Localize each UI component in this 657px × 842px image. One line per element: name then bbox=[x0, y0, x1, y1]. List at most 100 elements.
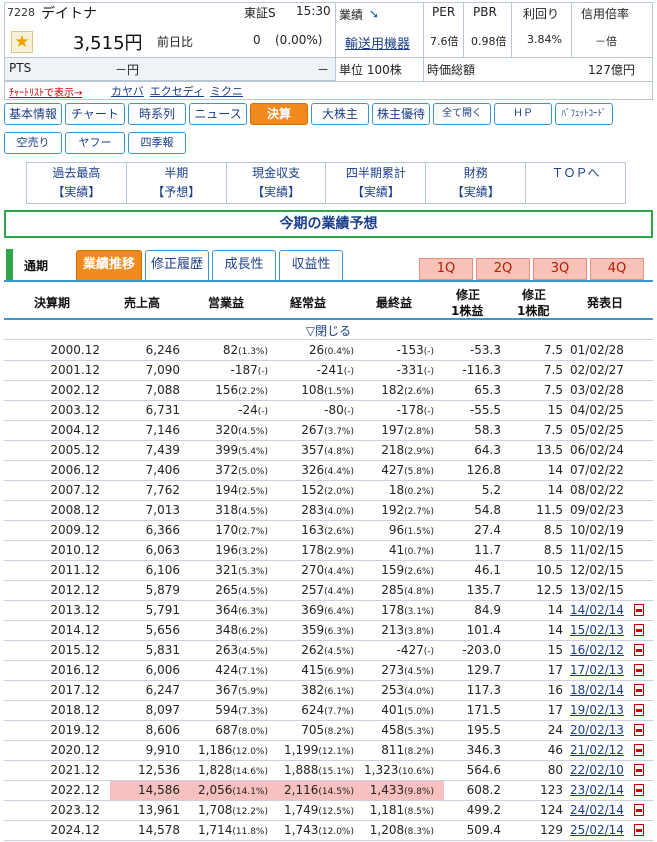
cell-eps: 608.2 bbox=[441, 783, 501, 797]
pdf-icon[interactable] bbox=[634, 784, 644, 796]
nav-open-all[interactable]: 全て開く bbox=[433, 103, 491, 125]
cell-release-date[interactable]: 15/02/13 bbox=[570, 623, 632, 637]
cell-dividend: 129 bbox=[513, 823, 563, 837]
release-date-link[interactable]: 14/02/14 bbox=[570, 603, 624, 617]
nav-buffett-code[interactable]: ﾊﾞﾌｪｯﾄｺｰﾄﾞ bbox=[555, 103, 613, 125]
quarter-button-1q[interactable]: 1Q bbox=[419, 258, 473, 280]
cell-sales: 5,831 bbox=[110, 643, 180, 657]
release-date-link[interactable]: 19/02/13 bbox=[570, 703, 624, 717]
nav-basic-info[interactable]: 基本情報 bbox=[4, 103, 62, 125]
cell-operating-profit: 1,828(14.6%) bbox=[178, 763, 268, 777]
pdf-icon[interactable] bbox=[634, 644, 644, 656]
favorite-star-icon[interactable]: ★ bbox=[11, 31, 33, 53]
release-date-link[interactable]: 20/02/13 bbox=[570, 723, 624, 737]
release-date-link[interactable]: 22/02/10 bbox=[570, 763, 624, 777]
cell-period: 2017.12 bbox=[20, 683, 100, 697]
col-operating-profit: 営業益 bbox=[208, 296, 245, 310]
dividend-text: 15 bbox=[547, 403, 563, 417]
eps-text: -55.5 bbox=[469, 403, 501, 417]
peer-link[interactable]: ミクニ bbox=[210, 85, 243, 98]
submenu-label: 半期 bbox=[164, 166, 189, 180]
nav-news[interactable]: ニュース bbox=[189, 103, 247, 125]
release-date-link[interactable]: 24/02/14 bbox=[570, 803, 624, 817]
quarter-button-4q[interactable]: 4Q bbox=[590, 258, 644, 280]
pdf-icon[interactable] bbox=[634, 604, 644, 616]
submenu-sublabel: 【実績】 bbox=[451, 185, 500, 199]
release-date-link[interactable]: 25/02/14 bbox=[570, 823, 624, 837]
nav-major-holders[interactable]: 大株主 bbox=[311, 103, 369, 125]
cell-release-date[interactable]: 21/02/12 bbox=[570, 743, 632, 757]
forecast-title-bar[interactable]: 今期の業績予想 bbox=[4, 210, 653, 238]
pdf-icon[interactable] bbox=[634, 744, 644, 756]
submenu-top[interactable]: ＴＯＰへ bbox=[526, 163, 625, 203]
cell-release-date[interactable]: 19/02/13 bbox=[570, 703, 632, 717]
cell-release-date[interactable]: 23/02/14 bbox=[570, 783, 632, 797]
cell-dividend: 12.5 bbox=[513, 583, 563, 597]
cell-eps: 64.3 bbox=[441, 443, 501, 457]
submenu-label: 過去最高 bbox=[52, 166, 101, 180]
cell-release-date[interactable]: 17/02/13 bbox=[570, 663, 632, 677]
pdf-icon[interactable] bbox=[634, 624, 644, 636]
cell-eps: 65.3 bbox=[441, 383, 501, 397]
peer-link[interactable]: エクセディ bbox=[150, 85, 204, 98]
submenu-cash-flow[interactable]: 現金収支 【実績】 bbox=[227, 163, 327, 203]
submenu-sublabel: 【実績】 bbox=[52, 185, 101, 199]
release-date-link[interactable]: 15/02/13 bbox=[570, 623, 624, 637]
submenu-financials[interactable]: 財務 【実績】 bbox=[426, 163, 527, 203]
cell-release-date[interactable]: 14/02/14 bbox=[570, 603, 632, 617]
nav-shareholder-benefits[interactable]: 株主優待 bbox=[372, 103, 430, 125]
peer-link[interactable]: カヤバ bbox=[111, 85, 144, 98]
cell-ordinary-profit: -80(-) bbox=[264, 403, 354, 417]
pdf-icon[interactable] bbox=[634, 804, 644, 816]
release-date-text: 10/02/19 bbox=[570, 523, 624, 537]
tab-profitability[interactable]: 収益性 bbox=[279, 250, 343, 280]
tab-revision-history[interactable]: 修正履歴 bbox=[145, 250, 209, 280]
cell-release-date[interactable]: 25/02/14 bbox=[570, 823, 632, 837]
pdf-icon[interactable] bbox=[634, 724, 644, 736]
nav-short-selling[interactable]: 空売り bbox=[4, 132, 62, 154]
nav-yahoo[interactable]: ヤフー bbox=[65, 132, 125, 154]
trend-arrow-icon[interactable]: ➘ bbox=[369, 7, 383, 21]
tab-performance[interactable]: 業績推移 bbox=[76, 250, 142, 280]
nav-homepage[interactable]: ＨＰ bbox=[494, 103, 552, 125]
pdf-icon[interactable] bbox=[634, 764, 644, 776]
submenu-half-year[interactable]: 半期 【予想】 bbox=[127, 163, 227, 203]
cell-release-date: 12/02/15 bbox=[570, 563, 632, 577]
eps-text: 58.3 bbox=[474, 423, 501, 437]
cell-release-date[interactable]: 18/02/14 bbox=[570, 683, 632, 697]
cell-release-date[interactable]: 16/02/12 bbox=[570, 643, 632, 657]
chart-list-link[interactable]: ﾁｬｰﾄﾘｽﾄで表示→ bbox=[9, 84, 82, 99]
tab-growth[interactable]: 成長性 bbox=[212, 250, 276, 280]
nav-timeseries[interactable]: 時系列 bbox=[128, 103, 186, 125]
cell-release-date[interactable]: 24/02/14 bbox=[570, 803, 632, 817]
dividend-text: 12.5 bbox=[536, 583, 563, 597]
pdf-icon[interactable] bbox=[634, 704, 644, 716]
op-value: 194 bbox=[215, 483, 239, 497]
net-margin: (5.3%) bbox=[404, 727, 434, 737]
nav-chart[interactable]: チャート bbox=[65, 103, 125, 125]
cell-release-date[interactable]: 22/02/10 bbox=[570, 763, 632, 777]
company-name[interactable]: デイトナ bbox=[41, 3, 97, 23]
pdf-icon[interactable] bbox=[634, 684, 644, 696]
submenu-record-high[interactable]: 過去最高 【実績】 bbox=[27, 163, 127, 203]
cell-period: 2015.12 bbox=[20, 643, 100, 657]
table-row: 2007.12 7,762 194(2.5%) 152(2.0%) 18(0.2%) 5.… bbox=[4, 481, 653, 501]
release-date-link[interactable]: 18/02/14 bbox=[570, 683, 624, 697]
period-text: 2002.12 bbox=[50, 383, 100, 397]
quarter-button-3q[interactable]: 3Q bbox=[533, 258, 587, 280]
submenu-quarterly-cumulative[interactable]: 四半期累計 【実績】 bbox=[326, 163, 427, 203]
pdf-icon[interactable] bbox=[634, 824, 644, 836]
release-date-link[interactable]: 16/02/12 bbox=[570, 643, 624, 657]
release-date-link[interactable]: 23/02/14 bbox=[570, 783, 624, 797]
nav-earnings[interactable]: 決算 bbox=[250, 103, 308, 125]
nav-shikiho[interactable]: 四季報 bbox=[128, 132, 186, 154]
pdf-icon[interactable] bbox=[634, 664, 644, 676]
collapse-toggle[interactable]: ▽閉じる bbox=[4, 322, 653, 340]
sector-link[interactable]: 輸送用機器 bbox=[345, 33, 410, 52]
net-value: -153 bbox=[396, 343, 424, 357]
release-date-link[interactable]: 17/02/13 bbox=[570, 663, 624, 677]
cell-release-date[interactable]: 20/02/13 bbox=[570, 723, 632, 737]
release-date-link[interactable]: 21/02/12 bbox=[570, 743, 624, 757]
quarter-button-2q[interactable]: 2Q bbox=[476, 258, 530, 280]
cell-sales: 6,246 bbox=[110, 343, 180, 357]
